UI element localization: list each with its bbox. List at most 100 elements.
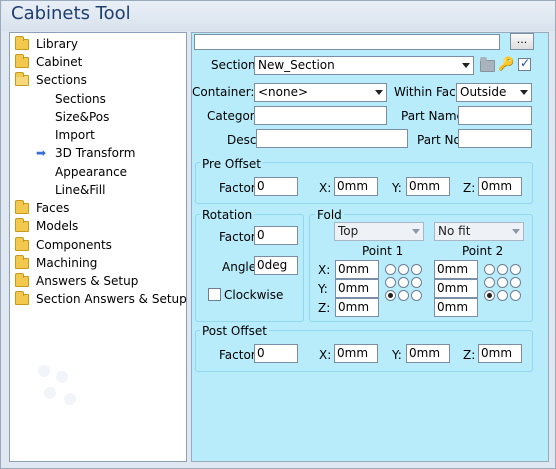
point2-anchor-radio[interactable] (484, 264, 495, 275)
point2-z-field[interactable]: 0mm (434, 298, 478, 317)
tree-item-section-answers-setup[interactable]: Section Answers & Setup (10, 290, 187, 308)
tree-item-faces[interactable]: Faces (10, 199, 186, 217)
watermark-graphic (38, 365, 98, 425)
point1-anchor-radio[interactable] (385, 290, 396, 301)
part-name-field[interactable] (458, 106, 532, 125)
section-dropdown[interactable]: New_Section (254, 56, 474, 75)
pre-offset-z-field[interactable]: 0mm (478, 177, 522, 196)
tree-item-machining[interactable]: Machining (10, 254, 186, 272)
folder-open-icon (15, 72, 29, 86)
point2-anchor-radio[interactable] (510, 264, 521, 275)
fold-mode-dropdown[interactable]: Top (334, 222, 424, 241)
point2-anchor-radio[interactable] (497, 290, 508, 301)
point2-anchor-radio[interactable] (510, 290, 521, 301)
point1-anchor-radio[interactable] (411, 264, 422, 275)
point1-anchor-radio[interactable] (385, 277, 396, 288)
chevron-down-icon (520, 90, 528, 95)
within-face-dropdown[interactable]: Outside (456, 83, 532, 102)
point1-anchor-radio[interactable] (385, 264, 396, 275)
folder-icon (15, 237, 29, 251)
folder-icon (15, 200, 29, 214)
point2-anchor-grid[interactable] (484, 264, 524, 304)
browse-button[interactable]: ... (510, 33, 534, 50)
section-label: Section: (211, 58, 260, 72)
tree-item-import[interactable]: Import (10, 126, 186, 144)
section-dropdown-value: New_Section (258, 58, 335, 72)
part-no-field[interactable] (458, 129, 532, 148)
point2-anchor-radio[interactable] (484, 277, 495, 288)
pre-offset-factor-field[interactable]: 0 (254, 177, 298, 196)
pre-offset-z-label: Z: (463, 181, 476, 195)
tree-item-label: Appearance (55, 165, 128, 179)
clockwise-checkbox[interactable] (208, 288, 221, 301)
folder-icon[interactable] (480, 57, 495, 72)
tree-item-label: Line&Fill (55, 183, 106, 197)
point1-y-field[interactable]: 0mm (335, 279, 379, 298)
point1-anchor-radio[interactable] (411, 290, 422, 301)
fold-fit-dropdown[interactable]: No fit (434, 222, 524, 241)
post-offset-factor-field[interactable]: 0 (254, 344, 298, 363)
rotation-angle-field[interactable]: 0deg (254, 256, 298, 275)
key-icon[interactable]: 🔑 (498, 58, 514, 72)
tree-item-components[interactable]: Components (10, 236, 186, 254)
point2-anchor-radio[interactable] (484, 290, 495, 301)
category-field[interactable] (254, 106, 387, 125)
within-face-dropdown-value: Outside (460, 85, 507, 99)
point1-anchor-radio[interactable] (398, 290, 409, 301)
point2-x-field[interactable]: 0mm (434, 260, 478, 279)
point1-x-field[interactable]: 0mm (335, 260, 379, 279)
arrow-right-icon: ➡ (36, 146, 47, 160)
tree-item-label: Faces (36, 201, 70, 215)
point1-anchor-radio[interactable] (411, 277, 422, 288)
post-offset-x-field[interactable]: 0mm (334, 344, 378, 363)
point2-anchor-radio[interactable] (497, 264, 508, 275)
post-offset-title: Post Offset (200, 324, 269, 338)
tree-item-label: Cabinet (36, 55, 83, 69)
tree-item-label: Machining (36, 256, 98, 270)
pre-offset-title: Pre Offset (200, 157, 263, 171)
fold-title: Fold (315, 208, 344, 222)
tree-item-sections[interactable]: Sections (10, 71, 186, 89)
clockwise-label[interactable]: Clockwise (224, 287, 283, 303)
point1-label: Point 1 (362, 244, 404, 258)
tree-item-label: 3D Transform (55, 146, 136, 160)
tree-item-answers-setup[interactable]: Answers & Setup (10, 272, 186, 290)
tree-item-appearance[interactable]: Appearance (10, 163, 186, 181)
post-offset-x-label: X: (319, 348, 332, 362)
post-offset-y-label: Y: (392, 348, 402, 362)
tree-item-label: Library (36, 37, 78, 51)
tree-item-size-pos[interactable]: Size&Pos (10, 108, 186, 126)
point1-anchor-radio[interactable] (398, 264, 409, 275)
fold-mode-value: Top (338, 224, 359, 238)
point2-y-field[interactable]: 0mm (434, 279, 478, 298)
point1-anchor-radio[interactable] (398, 277, 409, 288)
pre-offset-y-label: Y: (392, 181, 402, 195)
tree-item-cabinet[interactable]: Cabinet (10, 53, 186, 71)
lock-checkbox[interactable] (518, 56, 531, 71)
point2-anchor-radio[interactable] (510, 277, 521, 288)
tree-item-line-fill[interactable]: Line&Fill (10, 181, 186, 199)
container-dropdown[interactable]: <none> (254, 83, 387, 102)
navigation-tree[interactable]: Library Cabinet Sections Sections Size&Pos Im… (9, 32, 187, 462)
point2-anchor-radio[interactable] (497, 277, 508, 288)
point2-label: Point 2 (462, 244, 504, 258)
post-offset-z-field[interactable]: 0mm (478, 344, 522, 363)
cabinets-tool-window: Cabinets Tool Library Cabinet Sections Sect… (0, 0, 556, 469)
pre-offset-y-field[interactable]: 0mm (406, 177, 450, 196)
fold-y-label: Y: (318, 282, 328, 296)
tree-item-3d-transform[interactable]: ➡ 3D Transform (10, 144, 186, 162)
tree-item-library[interactable]: Library (10, 35, 186, 53)
post-offset-y-field[interactable]: 0mm (406, 344, 450, 363)
folder-icon (15, 218, 29, 232)
desc-field[interactable] (256, 129, 408, 148)
tree-item-sections[interactable]: Sections (10, 90, 186, 108)
chevron-down-icon (412, 229, 420, 234)
point1-anchor-grid[interactable] (385, 264, 425, 304)
tree-item-label: Answers & Setup (36, 274, 139, 288)
pre-offset-x-field[interactable]: 0mm (334, 177, 378, 196)
path-input[interactable] (194, 34, 500, 50)
point1-z-field[interactable]: 0mm (335, 298, 379, 317)
tree-item-models[interactable]: Models (10, 217, 186, 235)
rotation-factor-field[interactable]: 0 (254, 226, 298, 245)
rotation-title: Rotation (200, 208, 255, 222)
